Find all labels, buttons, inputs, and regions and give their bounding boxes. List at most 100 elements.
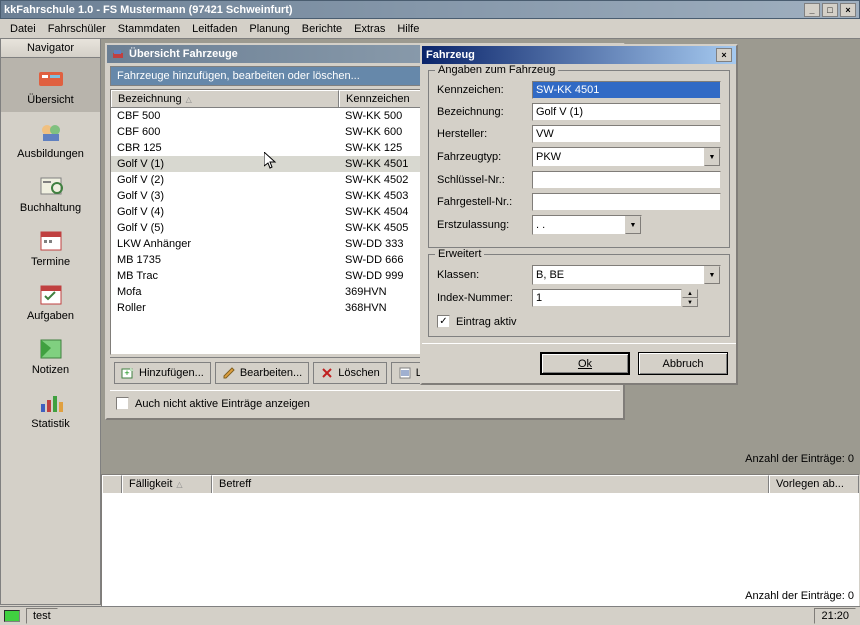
nav-icon <box>35 120 67 144</box>
maximize-button[interactable]: □ <box>822 3 838 17</box>
cancel-button[interactable]: Abbruch <box>638 352 728 375</box>
navigator-panel: Navigator Übersicht Ausbildungen Buchhaltu… <box>0 39 101 605</box>
spinner-index[interactable]: ▲▼ <box>532 289 698 307</box>
nav-label: Ausbildungen <box>5 148 96 160</box>
menu-leitfaden[interactable]: Leitfaden <box>186 21 243 37</box>
svg-text:+: + <box>124 368 129 378</box>
nav-label: Aufgaben <box>5 310 96 322</box>
dialog-close-button[interactable]: × <box>716 48 732 62</box>
dialog-titlebar[interactable]: Fahrzeug × <box>422 46 736 64</box>
nav-item-statistik[interactable]: Statistik <box>1 382 100 436</box>
nav-item-ausbildungen[interactable]: Ausbildungen <box>1 112 100 166</box>
col-header-faelligkeit[interactable]: Fälligkeit△ <box>122 475 212 493</box>
cell-bezeichnung: CBF 600 <box>111 124 339 140</box>
cell-bezeichnung: LKW Anhänger <box>111 236 339 252</box>
bg-row-selector[interactable] <box>102 475 122 493</box>
cell-bezeichnung: Golf V (5) <box>111 220 339 236</box>
nav-item-notizen[interactable]: Notizen <box>1 328 100 382</box>
nav-icon <box>35 336 67 360</box>
main-titlebar: kkFahrschule 1.0 - FS Mustermann (97421 … <box>0 0 860 19</box>
col-header-vorlegen[interactable]: Vorlegen ab... <box>769 475 859 493</box>
cell-bezeichnung: MB 1735 <box>111 252 339 268</box>
add-button[interactable]: + Hinzufügen... <box>114 362 211 384</box>
group-erweitert-label: Erweitert <box>435 248 484 260</box>
select-klassen[interactable]: B, BE▼ <box>532 265 721 285</box>
label-klassen: Klassen: <box>437 269 532 281</box>
input-fahrgestell[interactable] <box>532 193 721 211</box>
edit-button[interactable]: Bearbeiten... <box>215 362 309 384</box>
col-header-betreff[interactable]: Betreff <box>212 475 769 493</box>
window-title: kkFahrschule 1.0 - FS Mustermann (97421 … <box>4 4 804 16</box>
label-fahrzeugtyp: Fahrzeugtyp: <box>437 151 532 163</box>
nav-icon <box>35 390 67 414</box>
nav-label: Buchhaltung <box>5 202 96 214</box>
checkbox-eintrag-aktiv[interactable]: ✓ <box>437 315 450 328</box>
spin-up-icon[interactable]: ▲ <box>682 289 698 298</box>
cell-bezeichnung: Roller <box>111 300 339 316</box>
input-schluessel[interactable] <box>532 171 721 189</box>
sort-asc-icon: △ <box>176 480 182 489</box>
menu-hilfe[interactable]: Hilfe <box>391 21 425 37</box>
dropdown-icon[interactable]: ▼ <box>704 148 720 166</box>
nav-icon <box>35 228 67 252</box>
menu-berichte[interactable]: Berichte <box>296 21 348 37</box>
vehicle-dialog: Fahrzeug × Angaben zum Fahrzeug Kennzeic… <box>420 44 738 385</box>
entries-count-1: Anzahl der Einträge: 0 <box>745 453 854 465</box>
label-bezeichnung: Bezeichnung: <box>437 106 532 118</box>
ok-button[interactable]: Ok <box>540 352 630 375</box>
input-kennzeichen[interactable] <box>532 81 721 99</box>
col-header-bezeichnung[interactable]: Bezeichnung△ <box>111 90 339 107</box>
navigator-header: Navigator <box>1 39 100 58</box>
menubar: Datei Fahrschüler Stammdaten Leitfaden P… <box>0 19 860 39</box>
menu-fahrschueler[interactable]: Fahrschüler <box>42 21 112 37</box>
nav-label: Termine <box>5 256 96 268</box>
nav-item-buchhaltung[interactable]: Buchhaltung <box>1 166 100 220</box>
nav-icon <box>35 174 67 198</box>
menu-datei[interactable]: Datei <box>4 21 42 37</box>
entries-count-2: Anzahl der Einträge: 0 <box>745 590 854 602</box>
input-erstzulassung[interactable]: . .▼ <box>532 215 642 235</box>
nav-icon <box>35 282 67 306</box>
spin-down-icon[interactable]: ▼ <box>682 298 698 307</box>
label-kennzeichen: Kennzeichen: <box>437 84 532 96</box>
inactive-checkbox-row: Auch nicht aktive Einträge anzeigen <box>110 390 620 416</box>
minimize-button[interactable]: _ <box>804 3 820 17</box>
cell-bezeichnung: CBR 125 <box>111 140 339 156</box>
nav-item-übersicht[interactable]: Übersicht <box>1 58 100 112</box>
edit-icon <box>222 366 236 380</box>
input-index[interactable] <box>532 289 682 307</box>
cell-bezeichnung: MB Trac <box>111 268 339 284</box>
nav-icon <box>35 66 67 90</box>
input-bezeichnung[interactable] <box>532 103 721 121</box>
label-erstzulassung: Erstzulassung: <box>437 219 532 231</box>
dropdown-icon[interactable]: ▼ <box>625 216 641 234</box>
status-led-icon <box>4 610 20 622</box>
list-icon <box>398 366 412 380</box>
nav-label: Notizen <box>5 364 96 376</box>
status-time: 21:20 <box>814 608 856 624</box>
cell-bezeichnung: Golf V (3) <box>111 188 339 204</box>
label-schluessel: Schlüssel-Nr.: <box>437 174 532 186</box>
cell-bezeichnung: Golf V (4) <box>111 204 339 220</box>
sort-asc-icon: △ <box>186 95 192 104</box>
delete-button[interactable]: Löschen <box>313 362 387 384</box>
dropdown-icon[interactable]: ▼ <box>704 266 720 284</box>
label-fahrgestell: Fahrgestell-Nr.: <box>437 196 532 208</box>
inactive-checkbox[interactable] <box>116 397 129 410</box>
group-angaben-label: Angaben zum Fahrzeug <box>435 64 558 76</box>
cell-bezeichnung: CBF 500 <box>111 108 339 124</box>
cell-bezeichnung: Golf V (2) <box>111 172 339 188</box>
cell-bezeichnung: Mofa <box>111 284 339 300</box>
input-hersteller[interactable] <box>532 125 721 143</box>
nav-item-aufgaben[interactable]: Aufgaben <box>1 274 100 328</box>
menu-extras[interactable]: Extras <box>348 21 391 37</box>
nav-label: Statistik <box>5 418 96 430</box>
select-fahrzeugtyp[interactable]: PKW▼ <box>532 147 721 167</box>
inactive-checkbox-label: Auch nicht aktive Einträge anzeigen <box>135 398 310 410</box>
menu-planung[interactable]: Planung <box>243 21 295 37</box>
close-button[interactable]: × <box>840 3 856 17</box>
cell-bezeichnung: Golf V (1) <box>111 156 339 172</box>
menu-stammdaten[interactable]: Stammdaten <box>112 21 186 37</box>
nav-label: Übersicht <box>5 94 96 106</box>
nav-item-termine[interactable]: Termine <box>1 220 100 274</box>
